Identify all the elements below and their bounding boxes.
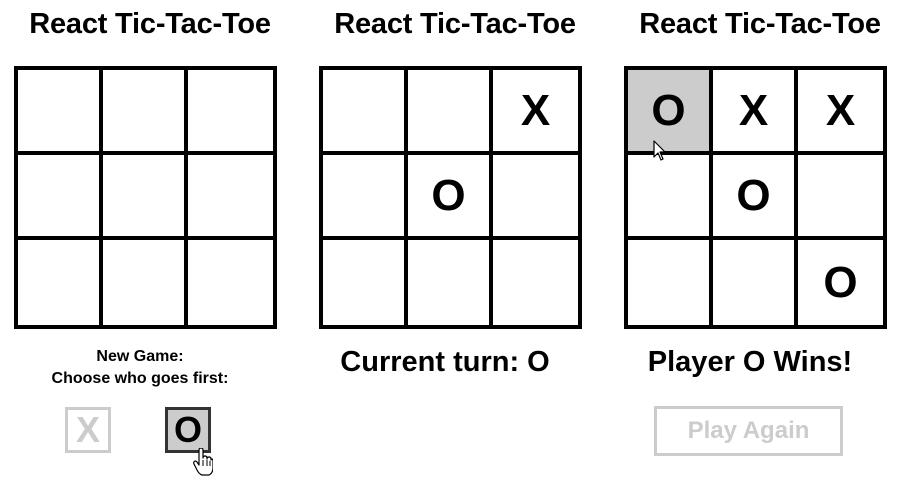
- board-cell[interactable]: [493, 240, 578, 325]
- board-cell[interactable]: [103, 240, 188, 325]
- board-cell[interactable]: O: [408, 155, 493, 240]
- board-cell[interactable]: [493, 155, 578, 240]
- board-cell[interactable]: X: [493, 70, 578, 155]
- board-cell[interactable]: [798, 155, 883, 240]
- page-title: React Tic-Tac-Toe: [639, 8, 881, 40]
- winner-status: Player O Wins!: [647, 346, 853, 378]
- board-cell-hovered[interactable]: O: [628, 70, 713, 155]
- choose-o-button[interactable]: O: [165, 407, 211, 453]
- page-title: React Tic-Tac-Toe: [29, 8, 271, 40]
- game-panel-in-progress: React Tic-Tac-Toe X O Current turn: O: [305, 0, 605, 485]
- turn-status: Current turn: O: [340, 346, 550, 378]
- board-cell[interactable]: [188, 240, 273, 325]
- game-panel-won: React Tic-Tac-Toe O X X O O Player O Win…: [610, 0, 904, 485]
- page-title: React Tic-Tac-Toe: [334, 8, 576, 40]
- choose-x-button[interactable]: X: [65, 407, 111, 453]
- board-cell[interactable]: O: [713, 155, 798, 240]
- new-game-label: New Game: Choose who goes first:: [0, 346, 280, 390]
- game-board: O X X O O: [624, 66, 887, 329]
- board-cell[interactable]: [408, 70, 493, 155]
- board-cell[interactable]: [323, 240, 408, 325]
- choose-first-prompt: Choose who goes first:: [51, 370, 229, 387]
- board-cell[interactable]: [188, 155, 273, 240]
- board-cell[interactable]: O: [798, 240, 883, 325]
- board-cell[interactable]: [323, 155, 408, 240]
- board-cell[interactable]: [408, 240, 493, 325]
- game-panel-new: React Tic-Tac-Toe New Game: Choose who g…: [0, 0, 300, 485]
- board-cell[interactable]: [103, 155, 188, 240]
- new-game-heading: New Game:: [96, 348, 184, 365]
- board-cell[interactable]: [188, 70, 273, 155]
- board-cell[interactable]: [18, 155, 103, 240]
- board-cell[interactable]: [628, 240, 713, 325]
- board-cell[interactable]: [18, 70, 103, 155]
- board-cell[interactable]: X: [798, 70, 883, 155]
- board-cell[interactable]: X: [713, 70, 798, 155]
- board-cell[interactable]: [713, 240, 798, 325]
- board-cell[interactable]: [628, 155, 713, 240]
- board-cell[interactable]: [18, 240, 103, 325]
- game-board: X O: [319, 66, 582, 329]
- game-board: [14, 66, 277, 329]
- board-cell[interactable]: [323, 70, 408, 155]
- board-cell[interactable]: [103, 70, 188, 155]
- play-again-button[interactable]: Play Again: [654, 406, 843, 456]
